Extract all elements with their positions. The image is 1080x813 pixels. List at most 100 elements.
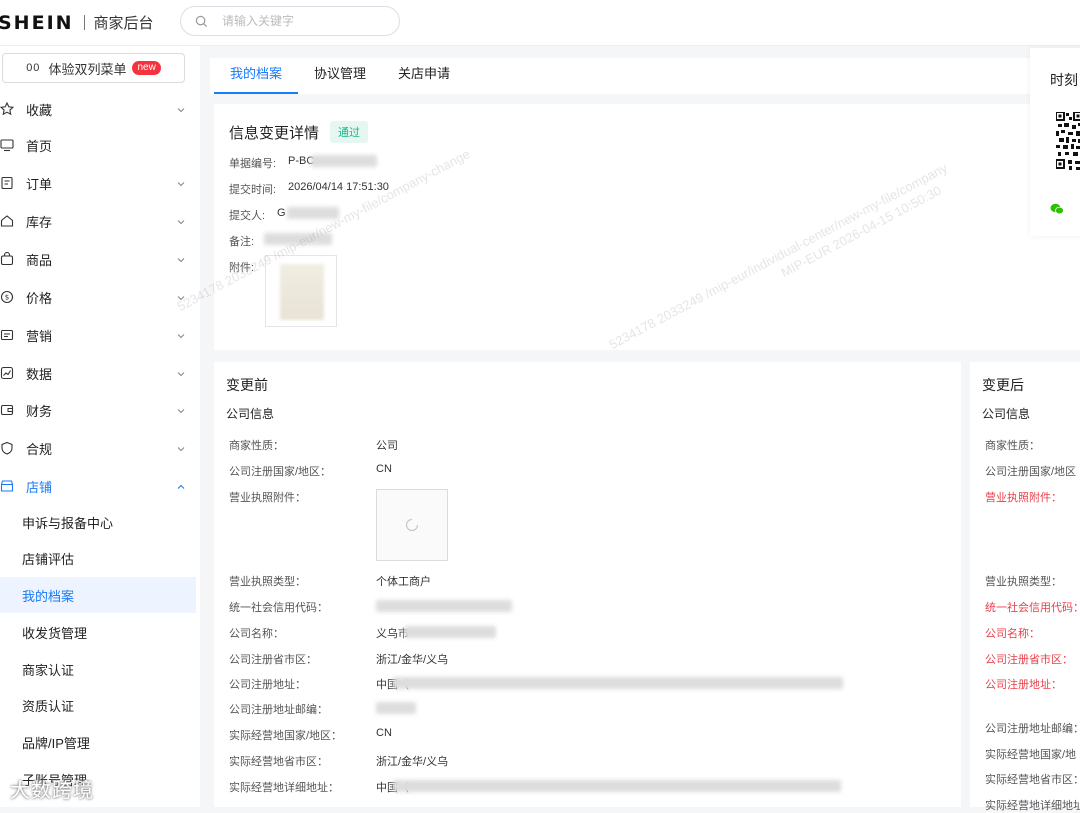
after-field-label: 统一社会信用代码： bbox=[985, 602, 1080, 614]
sidebar-item-price[interactable]: $ 价格 bbox=[0, 282, 200, 312]
remark-label: 备注: bbox=[229, 236, 255, 248]
chart-icon bbox=[0, 366, 14, 380]
sidebar-item-chart[interactable]: 数据 bbox=[0, 358, 200, 388]
sidebar-item-star[interactable]: 收藏 bbox=[0, 94, 200, 124]
before-field-value: CN bbox=[376, 727, 392, 739]
chevron-down-icon bbox=[176, 404, 186, 414]
before-field-label: 商家性质： bbox=[229, 440, 284, 452]
submitter-label: 提交人: bbox=[229, 210, 266, 222]
submit-time-label: 提交时间: bbox=[229, 184, 277, 196]
after-field-label: 实际经营地省市区： bbox=[985, 774, 1080, 786]
sidebar-item-label: 合规 bbox=[26, 441, 53, 457]
sidebar-item-label: 营销 bbox=[26, 328, 53, 344]
attachment-thumbnail[interactable] bbox=[265, 255, 337, 327]
before-field-label: 公司注册省市区： bbox=[229, 654, 317, 666]
sidebar-item-store[interactable]: 店铺 bbox=[0, 471, 200, 501]
sidebar-subitem[interactable]: 收发货管理 bbox=[0, 614, 196, 650]
after-field-label: 公司名称： bbox=[985, 628, 1040, 640]
sidebar-item-wallet[interactable]: 财务 bbox=[0, 395, 200, 425]
sidebar-item-bag[interactable]: 商品 bbox=[0, 244, 200, 274]
marketing-icon bbox=[0, 328, 14, 342]
shein-logo[interactable]: SHEIN bbox=[0, 12, 74, 34]
sidebar-item-label: 价格 bbox=[26, 290, 53, 306]
after-field-label: 公司注册省市区： bbox=[985, 654, 1073, 666]
after-section-title: 公司信息 bbox=[982, 407, 1031, 421]
chevron-down-icon bbox=[176, 103, 186, 113]
time-card-title: 时刻 bbox=[1050, 72, 1078, 88]
before-field-label: 实际经营地省市区： bbox=[229, 756, 328, 768]
order-icon bbox=[0, 176, 14, 190]
sidebar-item-label: 商品 bbox=[26, 252, 53, 268]
after-field-label: 营业执照类型： bbox=[985, 576, 1062, 588]
wechat-icon[interactable] bbox=[1050, 203, 1064, 215]
dual-menu-button[interactable]: 00 体验双列菜单 new bbox=[2, 53, 185, 83]
before-field-label: 实际经营地详细地址： bbox=[229, 782, 339, 794]
status-badge: 通过 bbox=[330, 121, 368, 143]
before-field-label: 公司名称： bbox=[229, 628, 284, 640]
redacted-value bbox=[376, 702, 416, 714]
corner-watermark: 大数跨境 bbox=[10, 780, 94, 802]
redacted-value bbox=[393, 780, 841, 792]
shield-icon bbox=[0, 441, 14, 455]
home-icon bbox=[0, 214, 14, 228]
app-name: 商家后台 bbox=[93, 15, 154, 32]
sidebar-subitem[interactable]: 我的档案 bbox=[0, 577, 196, 613]
after-field-label: 营业执照附件： bbox=[985, 492, 1062, 504]
sidebar-subitem[interactable]: 申诉与报备中心 bbox=[0, 504, 196, 540]
before-field-value: CN bbox=[376, 463, 392, 475]
redacted-value bbox=[404, 626, 496, 638]
before-field-label: 实际经营地国家/地区： bbox=[229, 730, 343, 742]
chevron-up-icon bbox=[176, 480, 186, 490]
tab-close-store[interactable]: 关店申请 bbox=[382, 58, 466, 94]
sidebar-item-label: 店铺 bbox=[26, 479, 53, 495]
after-title: 变更后 bbox=[982, 377, 1024, 393]
chevron-down-icon bbox=[176, 177, 186, 187]
bag-icon bbox=[0, 252, 14, 266]
sidebar-subitem[interactable]: 商家认证 bbox=[0, 651, 196, 687]
before-field-value: 公司 bbox=[376, 440, 398, 452]
sidebar-item-monitor[interactable]: 首页 bbox=[0, 130, 200, 160]
after-field-label: 公司注册地址邮编： bbox=[985, 723, 1080, 735]
document-image bbox=[280, 264, 324, 320]
before-field-label: 统一社会信用代码： bbox=[229, 602, 328, 614]
monitor-icon bbox=[0, 138, 14, 152]
detail-title: 信息变更详情 bbox=[229, 125, 320, 142]
sidebar-item-shield[interactable]: 合规 bbox=[0, 433, 200, 463]
sidebar-item-home[interactable]: 库存 bbox=[0, 206, 200, 236]
chevron-down-icon bbox=[176, 253, 186, 263]
redacted-value bbox=[376, 600, 512, 612]
svg-text:$: $ bbox=[5, 294, 9, 302]
submit-time-value: 2026/04/14 17:51:30 bbox=[288, 181, 389, 193]
sidebar-item-label: 库存 bbox=[26, 214, 53, 230]
tab-my-file[interactable]: 我的档案 bbox=[214, 58, 299, 94]
search-input[interactable] bbox=[222, 14, 382, 28]
before-field-value: 个体工商户 bbox=[376, 576, 431, 588]
after-field-label: 商家性质： bbox=[985, 440, 1040, 452]
sidebar-item-label: 财务 bbox=[26, 403, 53, 419]
sidebar-item-marketing[interactable]: 营销 bbox=[0, 320, 200, 350]
sidebar-subitem[interactable]: 资质认证 bbox=[0, 687, 196, 723]
after-field-label: 公司注册地址： bbox=[985, 679, 1062, 691]
search-box[interactable] bbox=[180, 6, 400, 36]
tab-bar: 我的档案 协议管理 关店申请 bbox=[210, 58, 1032, 94]
wallet-icon bbox=[0, 403, 14, 417]
before-section-title: 公司信息 bbox=[226, 407, 275, 421]
qr-code-icon[interactable] bbox=[1056, 112, 1080, 190]
license-attachment-before[interactable] bbox=[376, 489, 448, 561]
sidebar-item-label: 数据 bbox=[26, 366, 53, 382]
before-field-label: 公司注册地址： bbox=[229, 679, 306, 691]
sidebar-item-order[interactable]: 订单 bbox=[0, 168, 200, 198]
before-field-label: 营业执照附件： bbox=[229, 492, 306, 504]
sidebar-subitem[interactable]: 店铺评估 bbox=[0, 540, 196, 576]
sidebar-subitem[interactable]: 品牌/IP管理 bbox=[0, 724, 196, 760]
sidebar-item-label: 收藏 bbox=[26, 102, 53, 118]
before-field-label: 公司注册国家/地区： bbox=[229, 466, 332, 478]
chevron-down-icon bbox=[176, 291, 186, 301]
sidebar-item-label: 首页 bbox=[26, 138, 53, 154]
attachment-label: 附件: bbox=[229, 262, 255, 274]
doc-no-label: 单据编号: bbox=[229, 158, 277, 170]
before-field-label: 营业执照类型： bbox=[229, 576, 306, 588]
after-field-label: 实际经营地国家/地 bbox=[985, 749, 1077, 761]
logo-divider bbox=[83, 15, 85, 30]
tab-agreement[interactable]: 协议管理 bbox=[298, 58, 382, 94]
